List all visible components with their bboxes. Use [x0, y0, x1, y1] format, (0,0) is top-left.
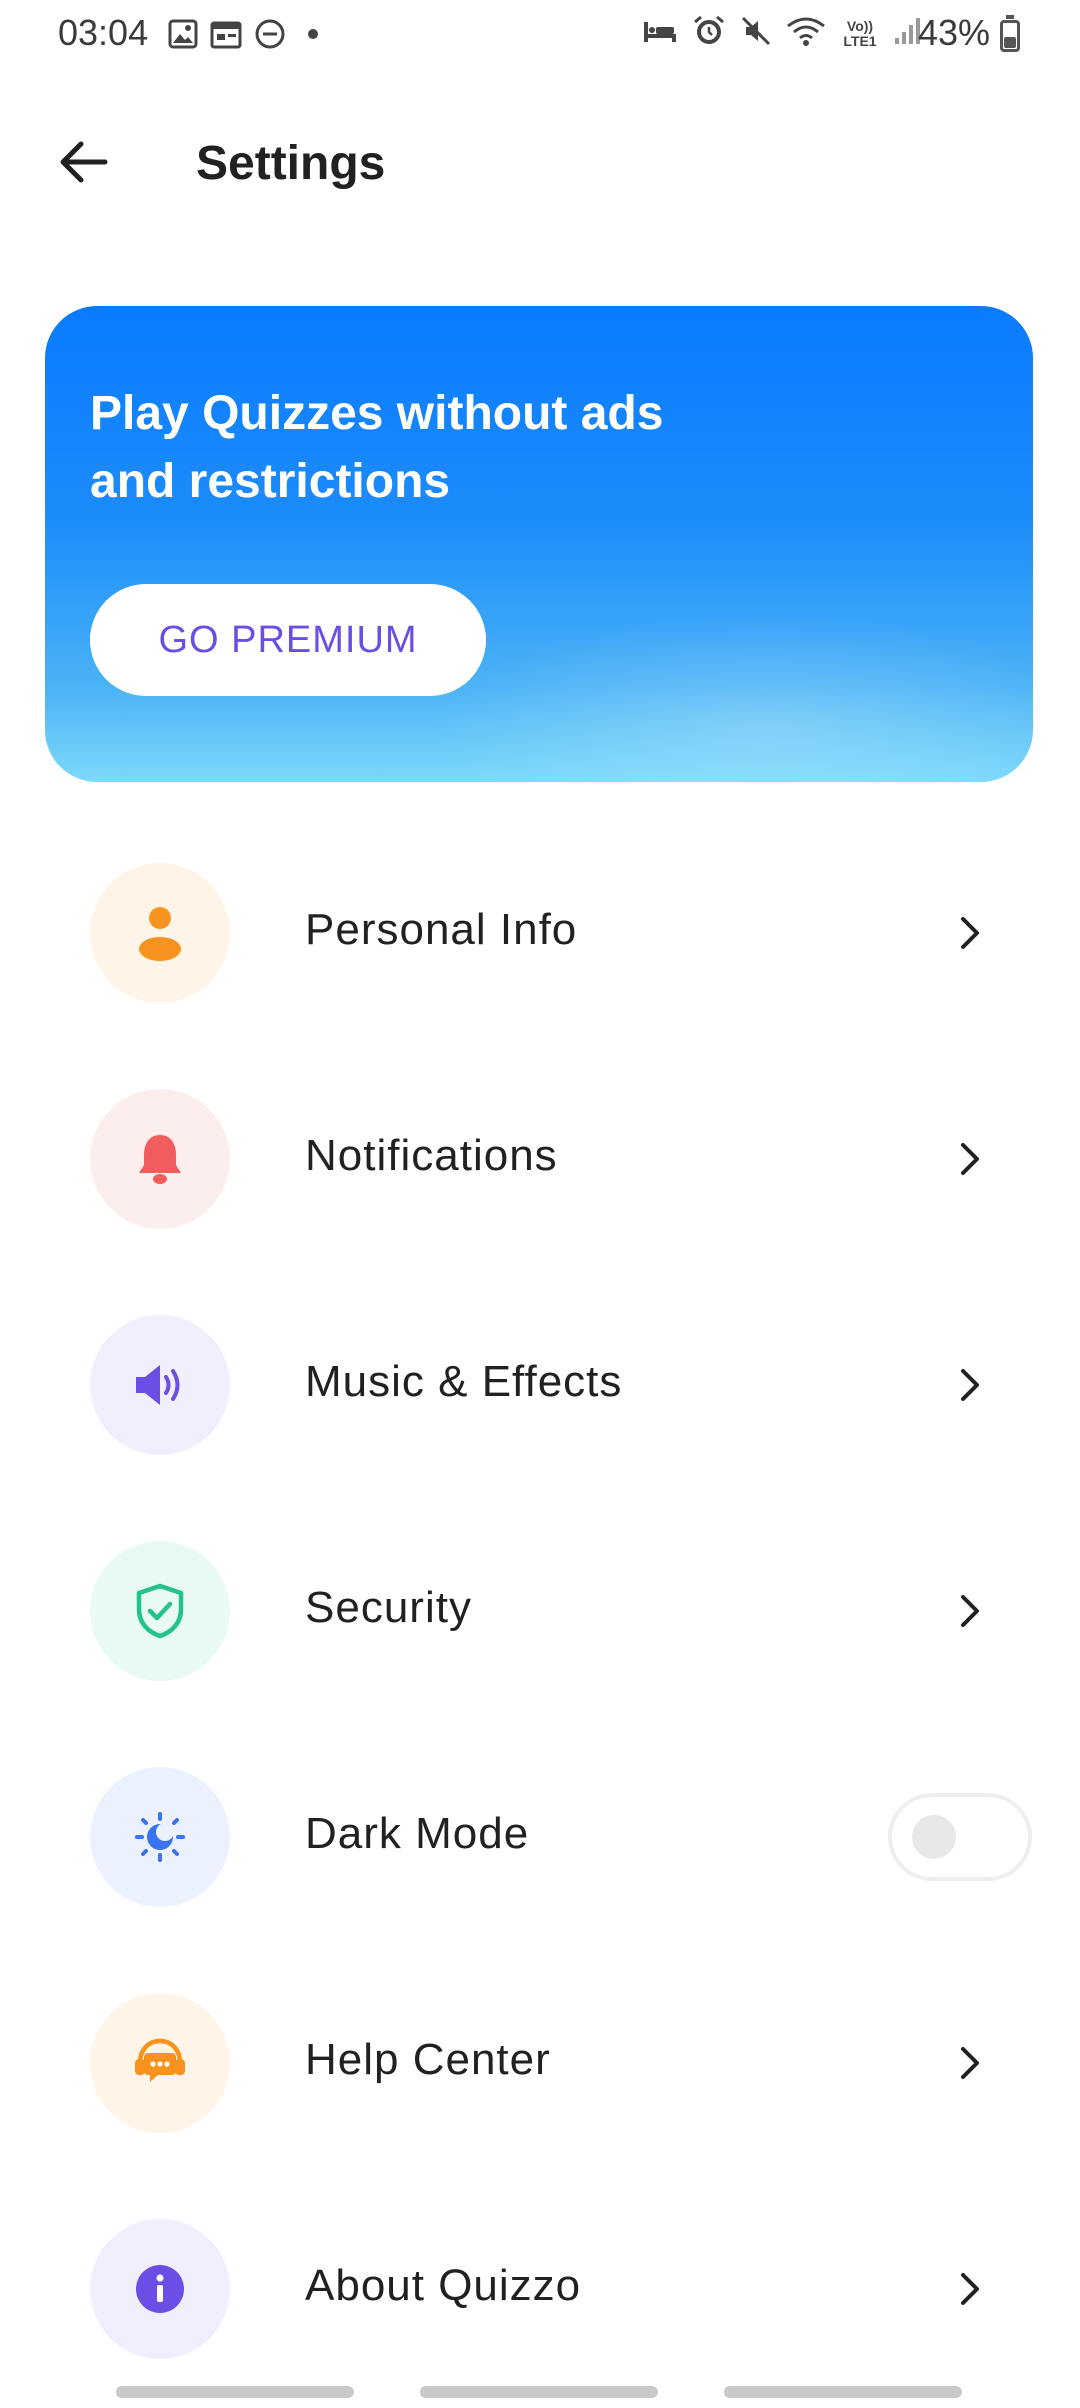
go-premium-button[interactable]: GO PREMIUM [90, 584, 486, 696]
dark-mode-toggle[interactable] [888, 1793, 1032, 1881]
alarm-icon [692, 14, 726, 53]
settings-item-security[interactable]: Security [0, 1531, 1080, 1691]
nav-back-handle[interactable] [724, 2386, 962, 2398]
settings-item-notifications[interactable]: Notifications [0, 1079, 1080, 1239]
user-icon [90, 863, 230, 1003]
headset-chat-icon [90, 1993, 230, 2133]
mute-icon [740, 15, 772, 52]
chevron-right-icon [950, 1587, 990, 1635]
wifi-icon [786, 15, 826, 52]
settings-item-label: Notifications [305, 1131, 558, 1180]
settings-item-personal-info[interactable]: Personal Info [0, 853, 1080, 1013]
moon-sun-icon [90, 1767, 230, 1907]
status-left-icons [168, 18, 328, 55]
info-icon [90, 2219, 230, 2359]
settings-item-dark-mode[interactable]: Dark Mode [0, 1757, 1080, 1917]
nav-home-handle[interactable] [420, 2386, 658, 2398]
settings-item-about-quizzo[interactable]: About Quizzo [0, 2209, 1080, 2369]
chevron-right-icon [950, 2039, 990, 2087]
settings-item-help-center[interactable]: Help Center [0, 1983, 1080, 2143]
chevron-right-icon [950, 1135, 990, 1183]
arrow-left-icon [57, 140, 109, 189]
toggle-knob [912, 1815, 956, 1859]
settings-item-label: Help Center [305, 2035, 551, 2084]
app-bar: Settings [0, 120, 1080, 210]
battery-percent: 43% [918, 12, 991, 53]
settings-item-label: Music & Effects [305, 1357, 623, 1406]
status-right-icons: Vo)) LTE1 [642, 14, 922, 53]
navigation-bar [0, 2376, 1080, 2408]
page-title: Settings [196, 137, 386, 190]
settings-item-label: About Quizzo [305, 2261, 582, 2310]
nav-recents-handle[interactable] [116, 2386, 354, 2398]
premium-banner: Play Quizzes without ads and restriction… [45, 306, 1033, 782]
battery-level [1004, 36, 1016, 48]
settings-item-music-effects[interactable]: Music & Effects [0, 1305, 1080, 1465]
status-time: 03:04 [58, 12, 149, 53]
dot-icon [298, 19, 328, 54]
battery-icon [1000, 15, 1020, 52]
calendar-icon [210, 19, 242, 54]
dnd-icon [254, 18, 286, 55]
settings-item-label: Personal Info [305, 905, 578, 954]
settings-item-label: Security [305, 1583, 472, 1632]
speaker-icon [90, 1315, 230, 1455]
bell-icon [90, 1089, 230, 1229]
volte-icon: Vo)) LTE1 [843, 17, 877, 49]
sleep-icon [642, 16, 678, 51]
banner-title: Play Quizzes without ads and restriction… [90, 387, 664, 508]
shield-check-icon [90, 1541, 230, 1681]
settings-item-label: Dark Mode [305, 1809, 530, 1858]
status-bar: 03:04 Vo)) LTE1 43% [0, 0, 1080, 70]
back-button[interactable] [48, 134, 118, 194]
image-icon [168, 19, 198, 54]
chevron-right-icon [950, 909, 990, 957]
chevron-right-icon [950, 1361, 990, 1409]
chevron-right-icon [950, 2265, 990, 2313]
